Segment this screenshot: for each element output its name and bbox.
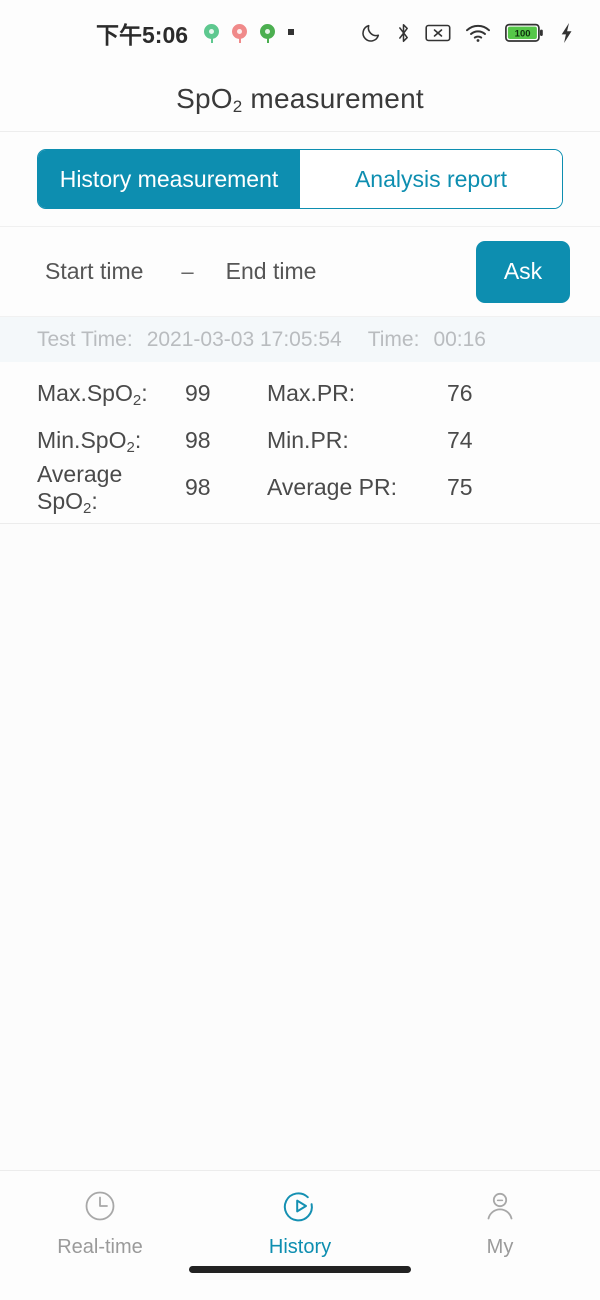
max-pr-value: 76 [447, 380, 473, 406]
notification-icons-group [204, 23, 295, 43]
average-spo2-label-subscript: 2 [83, 499, 92, 517]
start-time-input[interactable]: Start time [45, 258, 143, 285]
measurement-record-card[interactable]: Test Time: 2021-03-03 17:05:54 Time: 00:… [0, 317, 600, 524]
do-not-disturb-moon-icon [360, 22, 382, 44]
tab-analysis-report[interactable]: Analysis report [300, 150, 562, 208]
average-spo2-value: 98 [185, 474, 211, 500]
date-range-separator: – [181, 258, 194, 284]
title-bar: SpO2 measurement [0, 66, 600, 132]
min-spo2-value: 98 [185, 427, 211, 453]
bluetooth-icon [396, 22, 411, 44]
min-pr-label: Min.PR: [267, 427, 349, 453]
status-bar-right: 100 [360, 22, 574, 44]
tabs-container: History measurement Analysis report [0, 132, 600, 227]
battery-icon: 100 [505, 22, 545, 44]
segmented-control: History measurement Analysis report [37, 149, 563, 209]
page-title-main: SpO [176, 82, 233, 114]
page-title: SpO2 measurement [176, 82, 424, 116]
app-notification-green2-icon [260, 23, 276, 43]
wifi-icon [465, 23, 491, 43]
status-bar: 下午5:06 100 [0, 0, 600, 66]
min-spo2-label: Min.SpO2: [0, 427, 185, 456]
nav-item-history[interactable]: History [200, 1179, 400, 1266]
mute-box-icon [425, 23, 451, 43]
person-icon [481, 1187, 519, 1230]
max-spo2-label-text: Max.SpO [37, 380, 133, 406]
status-bar-left: 下午5:06 [0, 16, 360, 50]
nav-item-my[interactable]: My [400, 1179, 600, 1266]
average-spo2-label-text: Average SpO [37, 460, 123, 514]
tab-history-measurement-label: History measurement [59, 165, 279, 192]
svg-text:100: 100 [515, 29, 531, 40]
table-row: Min.SpO2: 98 Min.PR: 74 [0, 417, 600, 464]
test-time-value: 2021-03-03 17:05:54 [146, 327, 342, 351]
max-spo2-value: 99 [185, 380, 211, 406]
test-time-label: Test Time: [37, 327, 133, 351]
max-spo2-label-colon: : [141, 380, 148, 406]
min-spo2-label-colon: : [134, 427, 142, 453]
charging-bolt-icon [559, 22, 574, 44]
record-header: Test Time: 2021-03-03 17:05:54 Time: 00:… [0, 317, 600, 362]
max-spo2-label-subscript: 2 [132, 392, 142, 409]
app-notification-red-icon [232, 23, 248, 43]
clock-icon [81, 1187, 119, 1230]
app-notification-green-icon [204, 23, 220, 43]
ask-button[interactable]: Ask [476, 240, 570, 303]
bottom-navigation: Real-time History My [0, 1170, 600, 1266]
max-pr-label: Max.PR: [267, 380, 356, 406]
table-row: Max.SpO2: 99 Max.PR: 76 [0, 370, 600, 417]
record-body: Max.SpO2: 99 Max.PR: 76 Min.SpO2: 98 Min… [0, 362, 600, 523]
page-title-subscript: 2 [232, 96, 243, 116]
duration-value: 00:16 [433, 327, 486, 351]
table-row: Average SpO2: 98 Average PR: 75 [0, 461, 600, 517]
empty-list-area [0, 524, 600, 1170]
nav-item-real-time[interactable]: Real-time [0, 1179, 200, 1266]
min-pr-value: 74 [447, 427, 473, 453]
average-spo2-label: Average SpO2: [0, 460, 185, 517]
notification-dot-icon [288, 29, 295, 35]
status-clock: 下午5:06 [96, 22, 189, 48]
date-filter-row: Start time – End time Ask [0, 227, 600, 317]
home-indicator[interactable] [189, 1266, 411, 1273]
home-indicator-area [0, 1266, 600, 1300]
duration-label: Time: [367, 327, 420, 351]
tab-history-measurement[interactable]: History measurement [38, 150, 300, 208]
average-pr-label: Average PR: [267, 474, 397, 500]
page-title-tail: measurement [242, 82, 424, 114]
history-replay-icon [281, 1187, 319, 1230]
min-spo2-label-subscript: 2 [126, 439, 135, 456]
nav-item-history-label: History [268, 1235, 332, 1258]
nav-item-my-label: My [486, 1235, 514, 1258]
average-spo2-label-colon: : [91, 487, 98, 514]
end-time-input[interactable]: End time [226, 258, 317, 285]
app-screen: 下午5:06 100 SpO2 measurement History meas… [0, 0, 600, 1300]
min-spo2-label-text: Min.SpO [37, 427, 127, 453]
tab-analysis-report-label: Analysis report [354, 165, 508, 192]
nav-item-real-time-label: Real-time [57, 1235, 143, 1258]
max-spo2-label: Max.SpO2: [0, 380, 185, 409]
average-pr-value: 75 [447, 474, 473, 500]
